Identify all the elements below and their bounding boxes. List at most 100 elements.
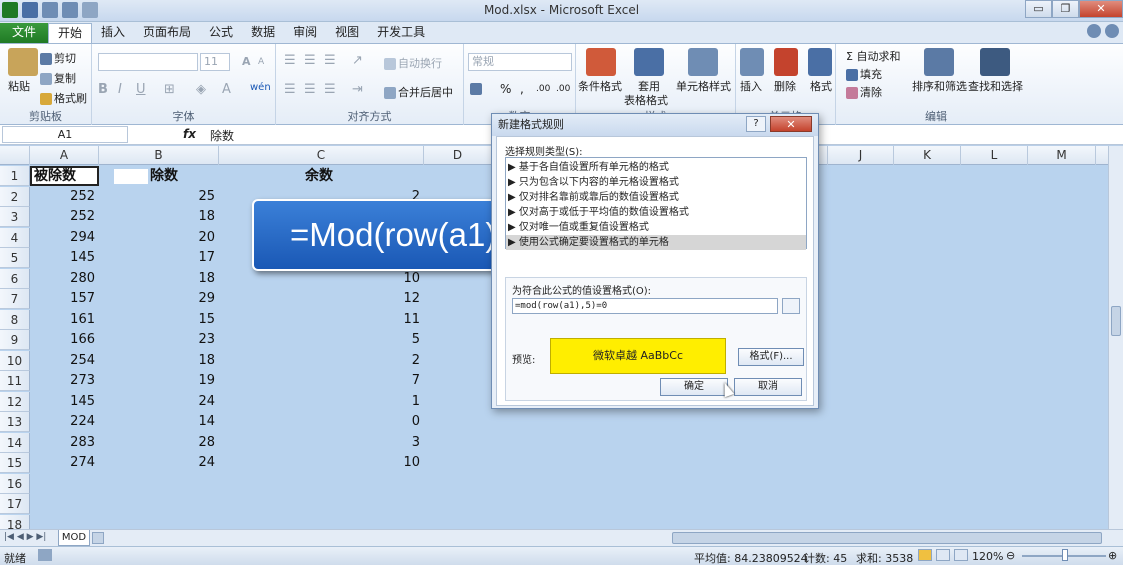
data-cell[interactable]: 15: [99, 310, 219, 330]
column-header-b[interactable]: B: [99, 146, 219, 165]
data-cell[interactable]: 10: [219, 453, 424, 473]
align-center-icon[interactable]: ☰: [304, 82, 316, 97]
insert-function-button[interactable]: fx: [183, 127, 196, 141]
data-cell[interactable]: 254: [30, 351, 99, 371]
header-cell[interactable]: 余数: [305, 166, 333, 186]
font-color-button[interactable]: A: [222, 82, 231, 97]
italic-button[interactable]: I: [118, 82, 122, 97]
fill-button[interactable]: 填充: [846, 66, 882, 82]
zoom-out-icon[interactable]: ⊖: [1006, 549, 1015, 562]
wrap-text-button[interactable]: 自动换行: [384, 55, 442, 71]
row-header[interactable]: 1: [0, 166, 30, 186]
format-painter-button[interactable]: 格式刷: [40, 90, 87, 106]
tab-formulas[interactable]: 公式: [200, 23, 242, 43]
find-select-icon[interactable]: [980, 48, 1010, 76]
row-header[interactable]: 9: [0, 330, 30, 350]
align-top-icon[interactable]: ☰: [284, 53, 296, 68]
zoom-slider-thumb[interactable]: [1062, 549, 1068, 561]
data-cell[interactable]: 145: [30, 248, 99, 268]
increase-decimal-button[interactable]: .00: [536, 84, 550, 94]
data-cell[interactable]: 17: [99, 248, 219, 268]
column-header-d[interactable]: D: [424, 146, 492, 165]
column-header-k[interactable]: K: [894, 146, 961, 165]
merge-center-button[interactable]: 合并后居中: [384, 84, 453, 100]
insert-cells-button[interactable]: 插入: [740, 78, 762, 94]
percent-button[interactable]: %: [500, 82, 511, 96]
row-header[interactable]: 8: [0, 309, 30, 330]
header-cell[interactable]: 被除数: [34, 166, 76, 186]
sheet-tab-mod[interactable]: MOD: [58, 530, 90, 546]
data-cell[interactable]: 23: [99, 330, 219, 350]
zoom-level[interactable]: 120%: [972, 550, 1003, 563]
data-cell[interactable]: 18: [99, 269, 219, 289]
tab-home[interactable]: 开始: [48, 23, 93, 43]
data-cell[interactable]: 0: [219, 412, 424, 432]
dialog-help-button[interactable]: ?: [746, 116, 766, 132]
data-cell[interactable]: 14: [99, 412, 219, 432]
help-icon[interactable]: [1105, 24, 1119, 38]
row-header[interactable]: 12: [0, 391, 30, 412]
row-header[interactable]: 16: [0, 473, 30, 494]
conditional-format-icon[interactable]: [586, 48, 616, 76]
data-cell[interactable]: 18: [99, 207, 219, 227]
borders-icon[interactable]: ⊞: [164, 82, 175, 97]
tab-developer[interactable]: 开发工具: [368, 23, 434, 43]
data-cell[interactable]: 18: [99, 351, 219, 371]
dialog-close-button[interactable]: ✕: [770, 116, 812, 132]
row-header[interactable]: 15: [0, 453, 30, 473]
minimize-ribbon-icon[interactable]: [1087, 24, 1101, 38]
row-header[interactable]: 13: [0, 412, 30, 432]
copy-button[interactable]: 复制: [40, 70, 76, 86]
data-cell[interactable]: 28: [99, 433, 219, 453]
align-bottom-icon[interactable]: ☰: [324, 53, 336, 68]
data-cell[interactable]: 161: [30, 310, 99, 330]
data-cell[interactable]: 11: [219, 310, 424, 330]
data-cell[interactable]: 1: [219, 392, 424, 412]
name-box[interactable]: A1: [2, 126, 128, 143]
cut-button[interactable]: 剪切: [40, 50, 76, 66]
data-cell[interactable]: 3: [219, 433, 424, 453]
data-cell[interactable]: 10: [219, 269, 424, 289]
comma-button[interactable]: ,: [520, 82, 524, 96]
row-header[interactable]: 5: [0, 248, 30, 268]
data-cell[interactable]: 252: [30, 207, 99, 227]
conditional-format-button[interactable]: 条件格式: [578, 78, 622, 94]
insert-sheet-icon[interactable]: [92, 532, 104, 544]
align-middle-icon[interactable]: ☰: [304, 53, 316, 68]
delete-cells-button[interactable]: 删除: [774, 78, 796, 94]
row-header[interactable]: 6: [0, 268, 30, 289]
tab-page-layout[interactable]: 页面布局: [134, 23, 200, 43]
tab-file[interactable]: 文件: [0, 23, 48, 43]
tab-insert[interactable]: 插入: [92, 23, 134, 43]
column-header-a[interactable]: A: [30, 146, 99, 165]
sheet-nav-arrows[interactable]: |◀ ◀ ▶ ▶|: [4, 532, 46, 542]
orientation-icon[interactable]: ↗: [352, 53, 363, 68]
column-header-m[interactable]: M: [1028, 146, 1096, 165]
data-cell[interactable]: 29: [99, 289, 219, 309]
align-right-icon[interactable]: ☰: [324, 82, 336, 97]
data-cell[interactable]: 19: [99, 371, 219, 391]
align-left-icon[interactable]: ☰: [284, 82, 296, 97]
data-cell[interactable]: 273: [30, 371, 99, 391]
rule-type-item[interactable]: ▶ 仅对高于或低于平均值的数值设置格式: [508, 205, 689, 220]
find-select-button[interactable]: 查找和选择: [968, 78, 1023, 94]
row-header[interactable]: 4: [0, 227, 30, 248]
paste-button[interactable]: 粘贴: [8, 78, 30, 94]
insert-cells-icon[interactable]: [740, 48, 764, 76]
indent-icon[interactable]: ⇥: [352, 82, 363, 97]
rule-type-item[interactable]: ▶ 只为包含以下内容的单元格设置格式: [508, 175, 679, 190]
sort-filter-icon[interactable]: [924, 48, 954, 76]
data-cell[interactable]: 5: [219, 330, 424, 350]
paste-icon[interactable]: [8, 48, 38, 76]
format-cells-button[interactable]: 格式: [810, 78, 832, 94]
data-cell[interactable]: 7: [219, 371, 424, 391]
macro-record-icon[interactable]: [38, 549, 52, 561]
grow-font-button[interactable]: A: [242, 55, 251, 68]
tab-view[interactable]: 视图: [326, 23, 368, 43]
format-button[interactable]: 格式(F)...: [738, 348, 804, 366]
page-layout-view-icon[interactable]: [936, 549, 950, 561]
row-header[interactable]: 10: [0, 350, 30, 371]
underline-button[interactable]: U: [136, 82, 146, 97]
format-as-table-icon[interactable]: [634, 48, 664, 76]
row-header[interactable]: 14: [0, 432, 30, 453]
